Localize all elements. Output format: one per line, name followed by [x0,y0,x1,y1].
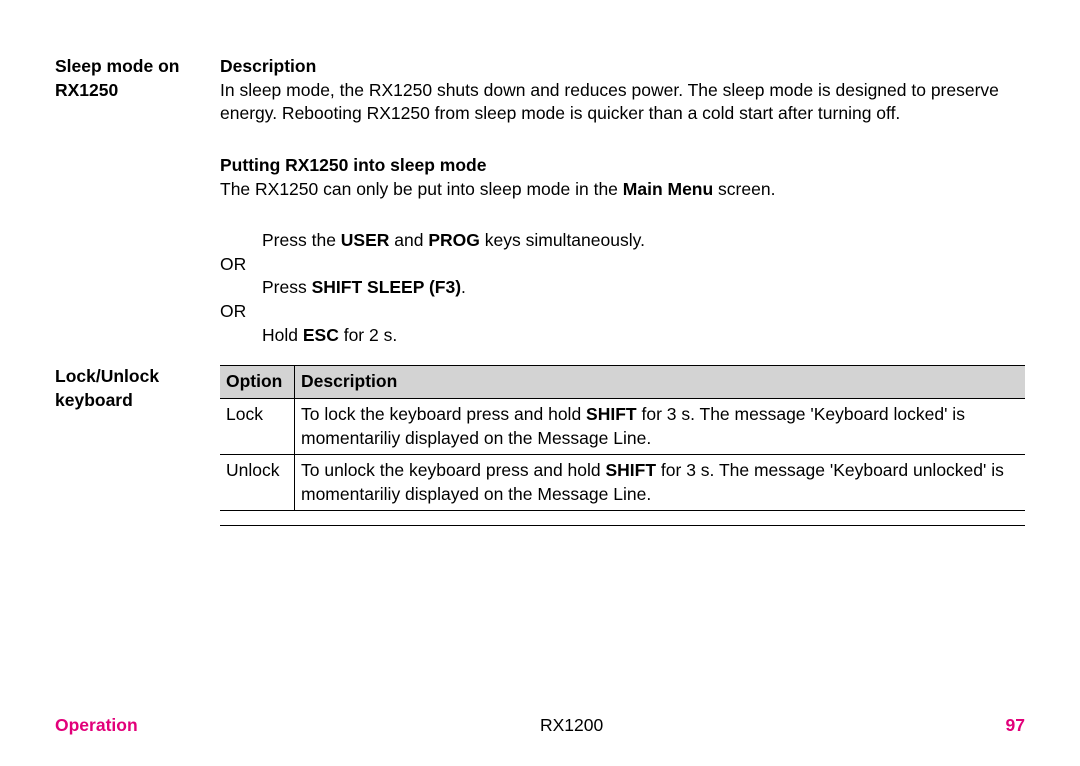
table-row: Unlock To unlock the keyboard press and … [220,455,1025,511]
cell-desc: To lock the keyboard press and hold SHIF… [295,398,1026,454]
desc-text: In sleep mode, the RX1250 shuts down and… [220,79,1025,126]
cell-option: Lock [220,398,295,454]
side-heading-sleep: Sleep mode on RX1250 [55,55,220,347]
manual-page: Sleep mode on RX1250 Description In slee… [0,0,1080,766]
content-lock: Option Description Lock To lock the keyb… [220,365,1025,544]
section-divider [220,525,1025,526]
or-1: OR [220,253,1025,277]
options-table: Option Description Lock To lock the keyb… [220,365,1025,511]
side-heading-lock: Lock/Unlock keyboard [55,365,220,544]
col-description: Description [295,366,1026,399]
footer-section-name: Operation [55,715,138,736]
page-footer: Operation RX1200 97 [55,715,1025,736]
step-1: Press the USER and PROG keys simultaneou… [220,229,1025,253]
footer-product: RX1200 [540,715,603,736]
table-row: Lock To lock the keyboard press and hold… [220,398,1025,454]
cell-option: Unlock [220,455,295,511]
footer-page-number: 97 [1006,715,1025,736]
col-option: Option [220,366,295,399]
putting-sleep-text: The RX1250 can only be put into sleep mo… [220,178,1025,202]
step-3: Hold ESC for 2 s. [220,324,1025,348]
putting-sleep-label: Putting RX1250 into sleep mode [220,154,1025,178]
section-sleep-mode: Sleep mode on RX1250 Description In slee… [55,55,1025,347]
desc-label: Description [220,55,1025,79]
step-2: Press SHIFT SLEEP (F3). [220,276,1025,300]
section-lock-unlock: Lock/Unlock keyboard Option Description … [55,365,1025,544]
cell-desc: To unlock the keyboard press and hold SH… [295,455,1026,511]
or-2: OR [220,300,1025,324]
content-sleep: Description In sleep mode, the RX1250 sh… [220,55,1025,347]
table-header-row: Option Description [220,366,1025,399]
